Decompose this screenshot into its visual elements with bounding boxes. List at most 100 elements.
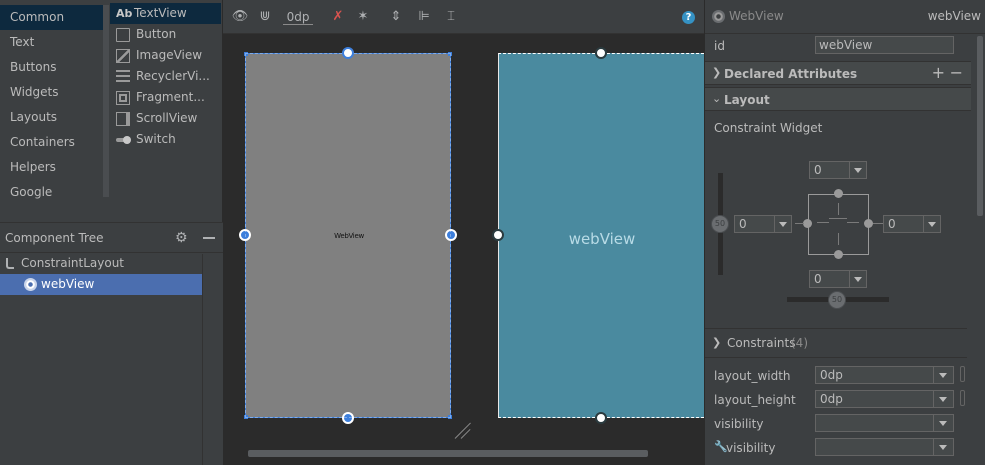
chevron-down-icon <box>849 162 866 178</box>
resize-corner-tr[interactable] <box>448 52 452 56</box>
attr-row-layout-width: layout_width 0dp <box>705 364 975 388</box>
chevron-down-icon <box>923 216 940 232</box>
section-title: Layout <box>724 93 770 107</box>
layout-width-dropdown[interactable]: 0dp <box>815 366 954 384</box>
constraint-anchor-top[interactable] <box>834 189 843 198</box>
button-icon <box>116 27 130 42</box>
palette-category-text[interactable]: Text <box>0 30 104 55</box>
resize-corner-bl[interactable] <box>244 415 248 419</box>
design-canvas[interactable]: WebView webView <box>223 35 704 465</box>
constraint-handle-left[interactable] <box>239 229 251 241</box>
attr-label-layout-width: layout_width <box>714 369 791 383</box>
blueprint-handle-top[interactable] <box>595 47 607 59</box>
constraint-handle-top[interactable] <box>342 47 354 59</box>
resize-corner-tl[interactable] <box>244 52 248 56</box>
constraint-layout-icon <box>4 257 18 271</box>
palette-category-layouts[interactable]: Layouts <box>0 105 104 130</box>
add-icon[interactable]: + <box>932 63 945 83</box>
palette-item-switch[interactable]: Switch <box>116 129 221 150</box>
section-title: Declared Attributes <box>724 67 858 81</box>
margin-left-value: 0 <box>739 217 747 231</box>
canvas-resize-grip[interactable] <box>453 421 471 439</box>
constraint-inner-line <box>829 218 847 219</box>
palette-item-recyclerview[interactable]: RecyclerVi... <box>116 66 221 87</box>
palette-item-fragment[interactable]: Fragment... <box>116 87 221 108</box>
attr-label-id: id <box>714 39 725 53</box>
vertical-bias-slider[interactable]: 50 <box>711 215 729 233</box>
constraints-row[interactable]: ❯ Constraints (4) <box>705 331 975 355</box>
palette-items: Ab TextView Button ImageView RecyclerVi.… <box>110 3 221 150</box>
layout-height-value: 0dp <box>820 392 843 406</box>
palette-item-textview[interactable]: Ab TextView <box>110 3 221 24</box>
constraint-anchor-right[interactable] <box>864 219 873 228</box>
minimize-icon[interactable] <box>203 237 215 239</box>
palette-category-helpers[interactable]: Helpers <box>0 155 104 180</box>
gear-icon[interactable]: ⚙ <box>175 231 189 245</box>
palette-scrollbar[interactable] <box>103 5 109 197</box>
design-webview-label: WebView <box>334 232 364 240</box>
tools-visibility-dropdown[interactable] <box>815 438 954 456</box>
fragment-icon <box>116 90 130 105</box>
tree-node-webview[interactable]: webView <box>0 274 202 295</box>
constraint-spring-right <box>847 222 859 223</box>
layout-height-resource-button[interactable] <box>960 390 965 406</box>
palette-item-scrollview[interactable]: ScrollView <box>116 108 221 129</box>
remove-icon[interactable]: − <box>950 63 963 83</box>
pack-icon[interactable]: ⇕ <box>387 9 405 25</box>
section-layout[interactable]: ⌄ Layout <box>705 87 971 111</box>
palette-item-label: TextView <box>134 6 187 20</box>
scroll-view-icon <box>116 111 130 126</box>
constraint-spring-left <box>817 222 829 223</box>
align-icon[interactable]: ⊫ <box>415 9 433 25</box>
blueprint-handle-bottom[interactable] <box>595 412 607 424</box>
margin-bottom-dropdown[interactable]: 0 <box>809 270 867 288</box>
palette-panel: Common Text Buttons Widgets Layouts Cont… <box>0 0 223 222</box>
design-preview-webview[interactable]: WebView <box>239 47 457 424</box>
horizontal-bias-slider[interactable]: 50 <box>828 291 846 309</box>
image-view-icon <box>116 48 130 63</box>
constraint-handle-bottom[interactable] <box>342 412 354 424</box>
attr-row-layout-height: layout_height 0dp <box>705 388 975 412</box>
attributes-component-id: webView <box>927 9 981 23</box>
tree-node-label: webView <box>41 277 95 291</box>
visibility-dropdown[interactable] <box>815 414 954 432</box>
palette-category-buttons[interactable]: Buttons <box>0 55 104 80</box>
clear-constraints-icon[interactable]: ✗ <box>330 9 346 25</box>
attributes-panel: WebView webView id ❯ Declared Attributes… <box>704 0 985 465</box>
palette-category-common[interactable]: Common <box>0 5 104 30</box>
palette-category-google[interactable]: Google <box>0 180 104 205</box>
magic-wand-icon[interactable]: ✶ <box>355 9 371 25</box>
resize-corner-br[interactable] <box>448 415 452 419</box>
id-input[interactable] <box>815 36 954 54</box>
blueprint-preview-webview[interactable]: webView <box>492 47 704 424</box>
constraint-anchor-bottom[interactable] <box>834 250 843 259</box>
layout-height-dropdown[interactable]: 0dp <box>815 390 954 408</box>
constraint-handle-right[interactable] <box>445 229 457 241</box>
chevron-down-icon: ⌄ <box>712 92 722 105</box>
blueprint-handle-left[interactable] <box>492 229 504 241</box>
palette-item-button[interactable]: Button <box>116 24 221 45</box>
margin-right-dropdown[interactable]: 0 <box>883 215 941 233</box>
attributes-scrollbar[interactable] <box>975 34 985 465</box>
eye-icon[interactable]: 👁 <box>231 9 249 25</box>
tree-node-constraintlayout[interactable]: ConstraintLayout <box>0 253 223 274</box>
margin-top-dropdown[interactable]: 0 <box>809 161 867 179</box>
attr-row-tools-visibility: 🔧 visibility <box>705 436 975 460</box>
design-editor: 👁 ⋓ 0dp ✗ ✶ ⇕ ⊫ ⌶ ? WebView webView <box>223 0 704 465</box>
margin-left-dropdown[interactable]: 0 <box>734 215 792 233</box>
section-declared-attributes[interactable]: ❯ Declared Attributes + − <box>705 61 971 85</box>
layout-width-resource-button[interactable] <box>960 366 965 382</box>
help-icon[interactable]: ? <box>682 11 695 24</box>
constraint-anchor-left[interactable] <box>803 219 812 228</box>
default-margin-field[interactable]: 0dp <box>283 9 313 25</box>
magnet-icon[interactable]: ⋓ <box>257 9 273 25</box>
chevron-down-icon <box>933 439 953 455</box>
canvas-horizontal-scrollbar[interactable] <box>248 450 648 457</box>
palette-category-containers[interactable]: Containers <box>0 130 104 155</box>
palette-category-widgets[interactable]: Widgets <box>0 80 104 105</box>
guidelines-icon[interactable]: ⌶ <box>443 9 459 25</box>
attributes-scrollbar-thumb[interactable] <box>977 36 983 216</box>
palette-item-imageview[interactable]: ImageView <box>116 45 221 66</box>
chevron-down-icon <box>933 415 953 431</box>
attr-label-visibility: visibility <box>714 417 764 431</box>
